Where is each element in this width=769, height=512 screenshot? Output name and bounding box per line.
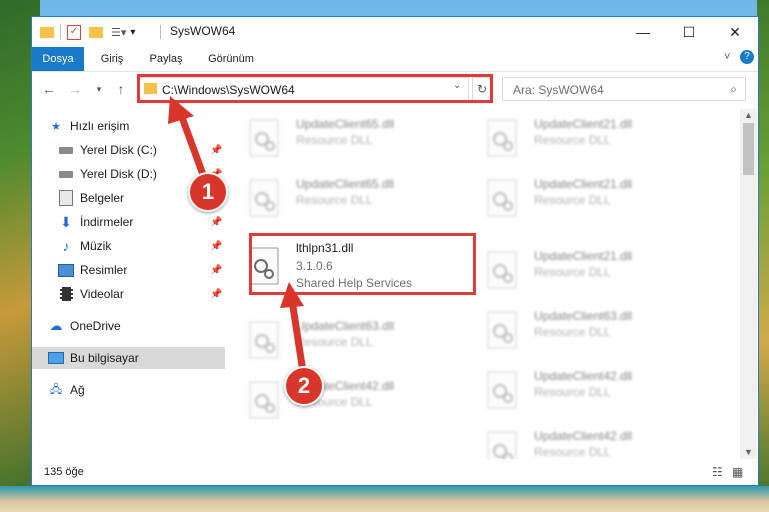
arrow-2: [280, 282, 307, 376]
tutorial-annotations: [168, 96, 307, 376]
step-badge-2: 2: [284, 366, 324, 406]
step-badge-1: 1: [188, 172, 228, 212]
arrow-1: [168, 96, 209, 184]
